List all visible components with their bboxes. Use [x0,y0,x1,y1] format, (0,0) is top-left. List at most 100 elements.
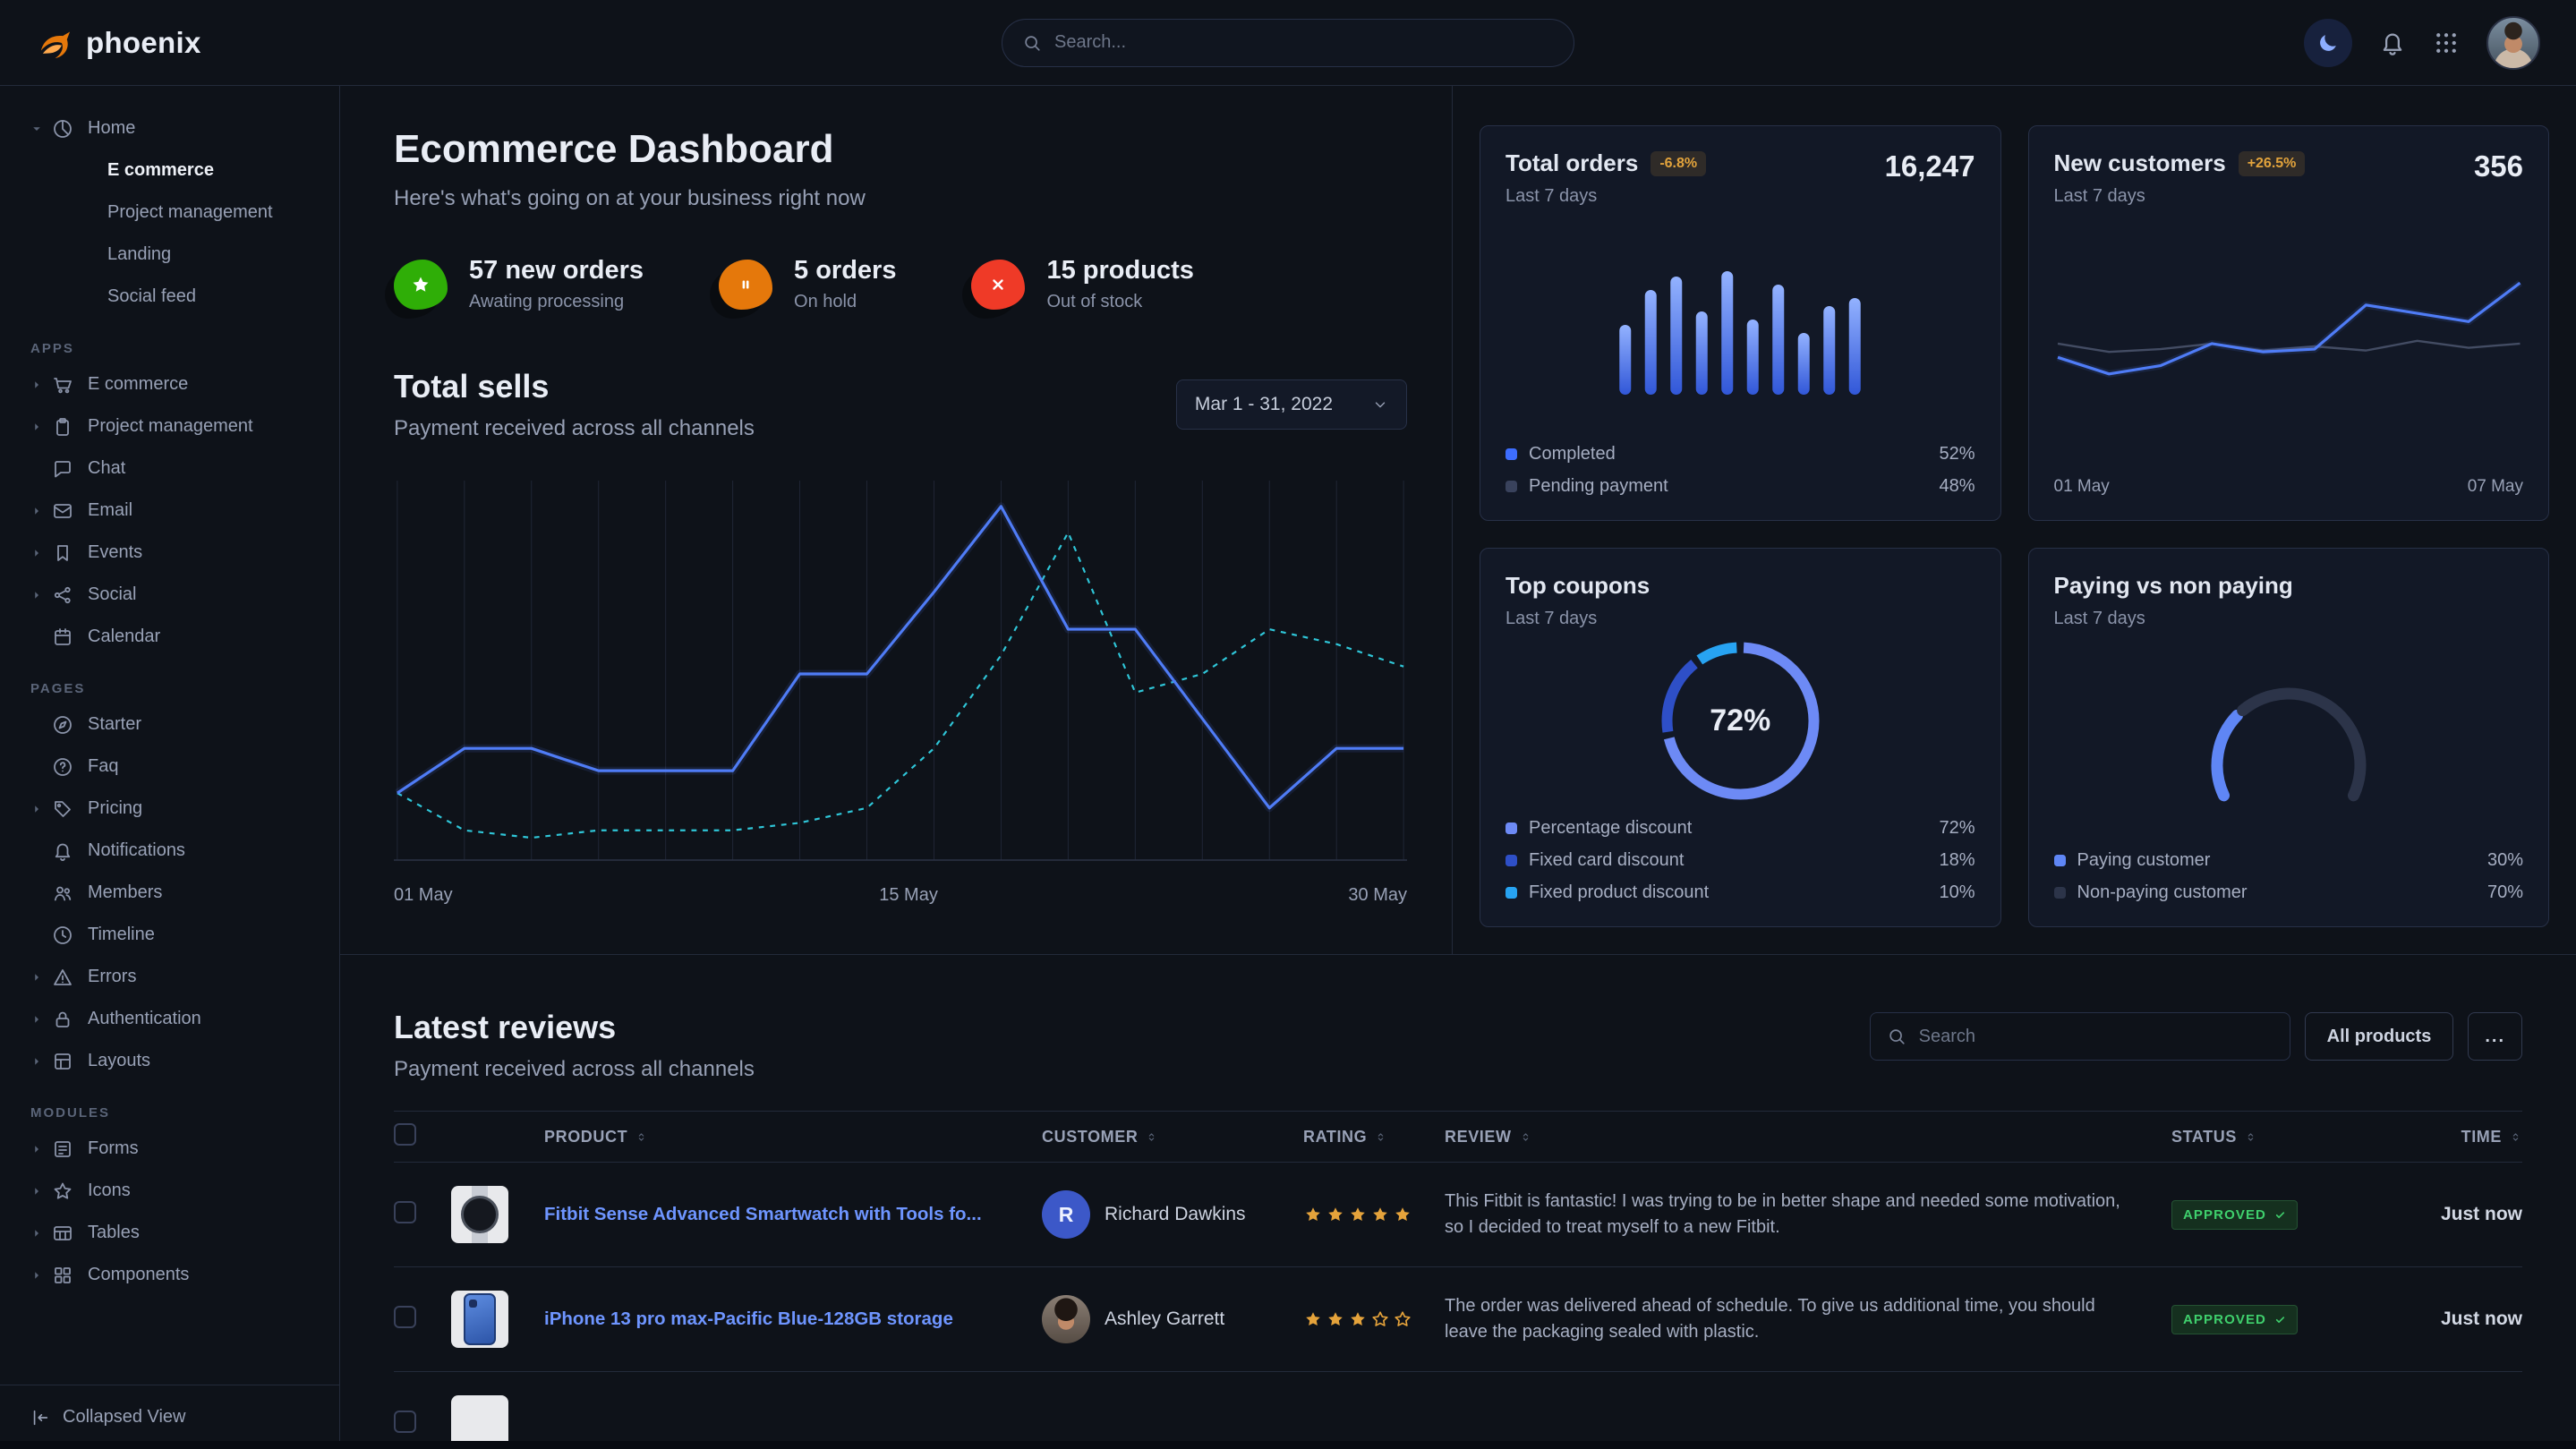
sort-header-rating[interactable]: RATING [1303,1128,1445,1146]
sidebar-subitem-e-commerce[interactable]: E commerce [30,149,325,192]
legend-chip [1506,823,1517,834]
caret-right-icon [30,421,43,433]
sort-icon [1145,1130,1158,1144]
sidebar-item-components[interactable]: Components [30,1254,325,1296]
customer-name: Richard Dawkins [1105,1204,1246,1225]
column-label: RATING [1303,1128,1367,1146]
sidebar-item-calendar[interactable]: Calendar [30,616,325,658]
row-checkbox[interactable] [394,1306,416,1328]
sidebar-item-members[interactable]: Members [30,872,325,914]
collapsed-view-button[interactable]: Collapsed View [30,1407,309,1428]
caret-spacer [30,463,43,475]
sidebar-item-label: Timeline [88,925,155,945]
card-period: Last 7 days [1506,609,1650,629]
sidebar-item-icons[interactable]: Icons [30,1170,325,1212]
sidebar-item-home[interactable]: Home [30,107,325,149]
product-link[interactable]: Fitbit Sense Advanced Smartwatch with To… [544,1204,1042,1225]
users-icon [52,882,73,904]
sidebar-item-authentication[interactable]: Authentication [30,998,325,1040]
caret-right-icon [30,971,43,984]
sidebar-item-errors[interactable]: Errors [30,956,325,998]
sidebar-item-forms[interactable]: Forms [30,1128,325,1170]
row-checkbox[interactable] [394,1201,416,1223]
sidebar-item-pricing[interactable]: Pricing [30,788,325,830]
apps-grid-icon[interactable] [2433,30,2460,56]
share-icon [52,584,73,606]
sidebar-item-timeline[interactable]: Timeline [30,914,325,956]
product-link[interactable]: iPhone 13 pro max-Pacific Blue-128GB sto… [544,1308,1042,1330]
caret-spacer [30,761,43,773]
select-all-checkbox[interactable] [394,1123,416,1146]
sort-icon [1374,1130,1387,1144]
sidebar-item-social[interactable]: Social [30,574,325,616]
sidebar-section-title: APPS [30,341,325,356]
x-axis-label: 15 May [879,885,938,906]
sidebar-item-label: Errors [88,967,136,987]
star-fill-icon [1393,1205,1412,1224]
theme-toggle-button[interactable] [2304,19,2352,67]
main-content: Ecommerce Dashboard Here's what's going … [340,86,2576,1449]
legend-chip [1506,448,1517,460]
card-period: Last 7 days [2054,609,2293,629]
bell-icon[interactable] [2379,30,2406,56]
reviews-table-header: PRODUCTCUSTOMERRATING REVIEWSTATUSTIME [394,1111,2522,1163]
sidebar: HomeE commerceProject managementLandingS… [0,86,340,1449]
sort-header-time[interactable]: TIME [2386,1128,2522,1146]
sidebar-subitem-project-management[interactable]: Project management [30,192,325,234]
sidebar-subitem-social-feed[interactable]: Social feed [30,276,325,318]
stat-caption: On hold [794,292,896,312]
sidebar-item-chat[interactable]: Chat [30,447,325,490]
review-row: iPhone 13 pro max-Pacific Blue-128GB sto… [394,1267,2522,1372]
legend-item: Fixed product discount10% [1506,882,1975,903]
user-avatar[interactable] [2486,16,2540,70]
date-range-select[interactable]: Mar 1 - 31, 2022 [1176,379,1407,430]
rating-stars [1303,1205,1445,1224]
sidebar-item-label: Project management [88,416,253,437]
dashboard-cards: Total orders -6.8% Last 7 days 16,247 Co… [1452,86,2576,954]
sort-header-status[interactable]: STATUS [2171,1128,2386,1146]
sort-header-customer[interactable]: CUSTOMER [1042,1128,1303,1146]
product-image[interactable] [451,1186,508,1243]
brand-name: phoenix [86,26,201,60]
sidebar-subitem-landing[interactable]: Landing [30,234,325,276]
sidebar-item-label: Events [88,542,142,563]
row-checkbox[interactable] [394,1411,416,1433]
sidebar-item-tables[interactable]: Tables [30,1212,325,1254]
sidebar-item-faq[interactable]: Faq [30,746,325,788]
table-icon [52,1223,73,1244]
more-options-button[interactable]: ... [2468,1012,2522,1061]
sidebar-item-layouts[interactable]: Layouts [30,1040,325,1082]
reviews-search[interactable] [1870,1012,2290,1061]
sidebar-item-notifications[interactable]: Notifications [30,830,325,872]
global-search[interactable] [1002,19,1574,67]
sidebar-item-events[interactable]: Events [30,532,325,574]
sort-header-review[interactable]: REVIEW [1445,1128,2171,1146]
global-search-input[interactable] [1054,32,1554,53]
customer-avatar[interactable]: R [1042,1190,1090,1239]
star-fill-icon [410,274,431,295]
legend-label: Non-paying customer [2077,882,2248,903]
card-new-customers: New customers +26.5% Last 7 days 356 01 … [2028,125,2550,521]
sidebar-item-starter[interactable]: Starter [30,703,325,746]
brand[interactable]: phoenix [36,24,201,62]
sidebar-item-email[interactable]: Email [30,490,325,532]
sidebar-item-label: Components [88,1265,189,1285]
sort-header-product[interactable]: PRODUCT [544,1128,1042,1146]
card-title: Total orders [1506,149,1638,177]
reviews-search-input[interactable] [1919,1027,2273,1047]
check-icon [2274,1314,2286,1325]
top-coupons-chart: 72% [1506,629,1975,813]
star-fill-icon [1326,1309,1345,1329]
legend-chip [1506,887,1517,899]
x-axis-label: 30 May [1348,885,1407,906]
sidebar-item-project-management[interactable]: Project management [30,405,325,447]
x-axis-label: 01 May [394,885,453,906]
sort-icon [2244,1130,2257,1144]
all-products-button[interactable]: All products [2305,1012,2454,1061]
product-image[interactable] [451,1291,508,1348]
x-mark-blob [971,260,1025,310]
customer-avatar[interactable] [1042,1295,1090,1343]
legend-value: 70% [2487,882,2523,903]
phoenix-logo-icon [36,24,73,62]
sidebar-item-e-commerce[interactable]: E commerce [30,363,325,405]
